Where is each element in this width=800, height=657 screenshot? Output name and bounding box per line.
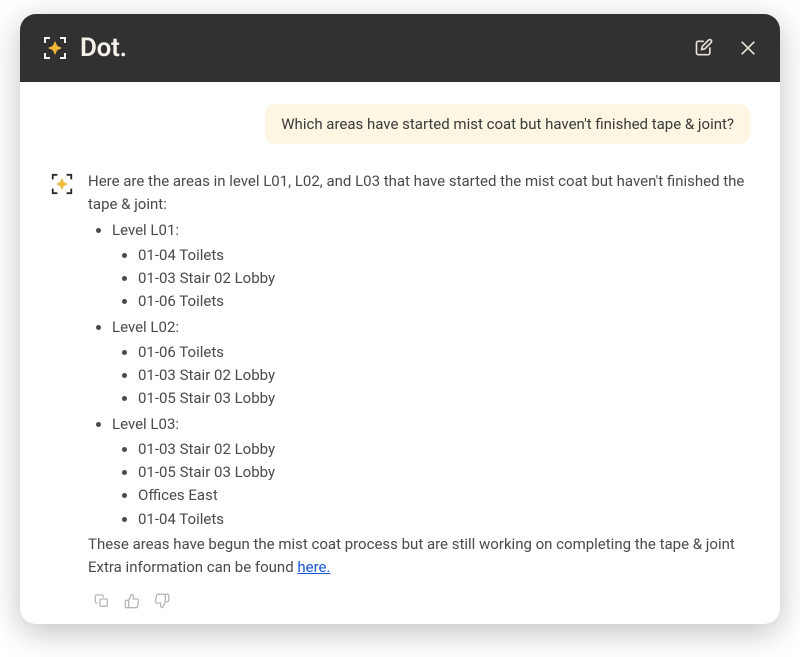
brand: Dot. [42,33,127,63]
edit-button[interactable] [694,38,714,58]
copy-icon [94,593,110,609]
level-label: Level L01: [112,221,179,239]
level-label: Level L03: [112,415,179,433]
chat-content: Which areas have started mist coat but h… [20,82,780,624]
area-item: 01-04 Toilets [138,508,750,531]
user-message-row: Which areas have started mist coat but h… [50,104,750,144]
level-label: Level L02: [112,318,179,336]
thumbs-down-button[interactable] [152,591,172,611]
thumbs-up-icon [124,593,140,609]
area-item: 01-03 Stair 02 Lobby [138,364,750,387]
thumbs-down-icon [154,593,170,609]
close-icon [738,38,758,58]
assistant-avatar-icon [50,172,74,196]
levels-list: Level L01: 01-04 Toilets 01-03 Stair 02 … [88,219,750,531]
brand-logo-icon [42,35,68,61]
area-list: 01-03 Stair 02 Lobby 01-05 Stair 03 Lobb… [112,438,750,531]
assistant-intro-text: Here are the areas in level L01, L02, an… [88,170,750,217]
feedback-actions [92,591,750,611]
area-item: 01-04 Toilets [138,244,750,267]
level-item: Level L03: 01-03 Stair 02 Lobby 01-05 St… [112,413,750,531]
extra-info-link[interactable]: here. [297,558,330,576]
area-list: 01-04 Toilets 01-03 Stair 02 Lobby 01-06… [112,244,750,314]
level-item: Level L02: 01-06 Toilets 01-03 Stair 02 … [112,316,750,411]
area-item: 01-03 Stair 02 Lobby [138,267,750,290]
thumbs-up-button[interactable] [122,591,142,611]
edit-icon [694,38,714,58]
level-item: Level L01: 01-04 Toilets 01-03 Stair 02 … [112,219,750,314]
area-item: Offices East [138,484,750,507]
assistant-closing-text: These areas have begun the mist coat pro… [88,533,750,556]
assistant-message-body: Here are the areas in level L01, L02, an… [88,170,750,611]
chat-window: Dot. Which areas have started mist coat … [20,14,780,624]
area-item: 01-05 Stair 03 Lobby [138,387,750,410]
area-item: 01-06 Toilets [138,341,750,364]
area-item: 01-05 Stair 03 Lobby [138,461,750,484]
title-actions [694,38,758,58]
titlebar: Dot. [20,14,780,82]
user-message-bubble: Which areas have started mist coat but h… [265,104,750,144]
close-button[interactable] [738,38,758,58]
extra-info-prefix: Extra information can be found [88,558,297,576]
area-list: 01-06 Toilets 01-03 Stair 02 Lobby 01-05… [112,341,750,411]
assistant-message-row: Here are the areas in level L01, L02, an… [50,170,750,611]
area-item: 01-06 Toilets [138,290,750,313]
brand-name: Dot. [80,33,127,63]
copy-button[interactable] [92,591,112,611]
assistant-extra-info: Extra information can be found here. [88,556,750,579]
area-item: 01-03 Stair 02 Lobby [138,438,750,461]
